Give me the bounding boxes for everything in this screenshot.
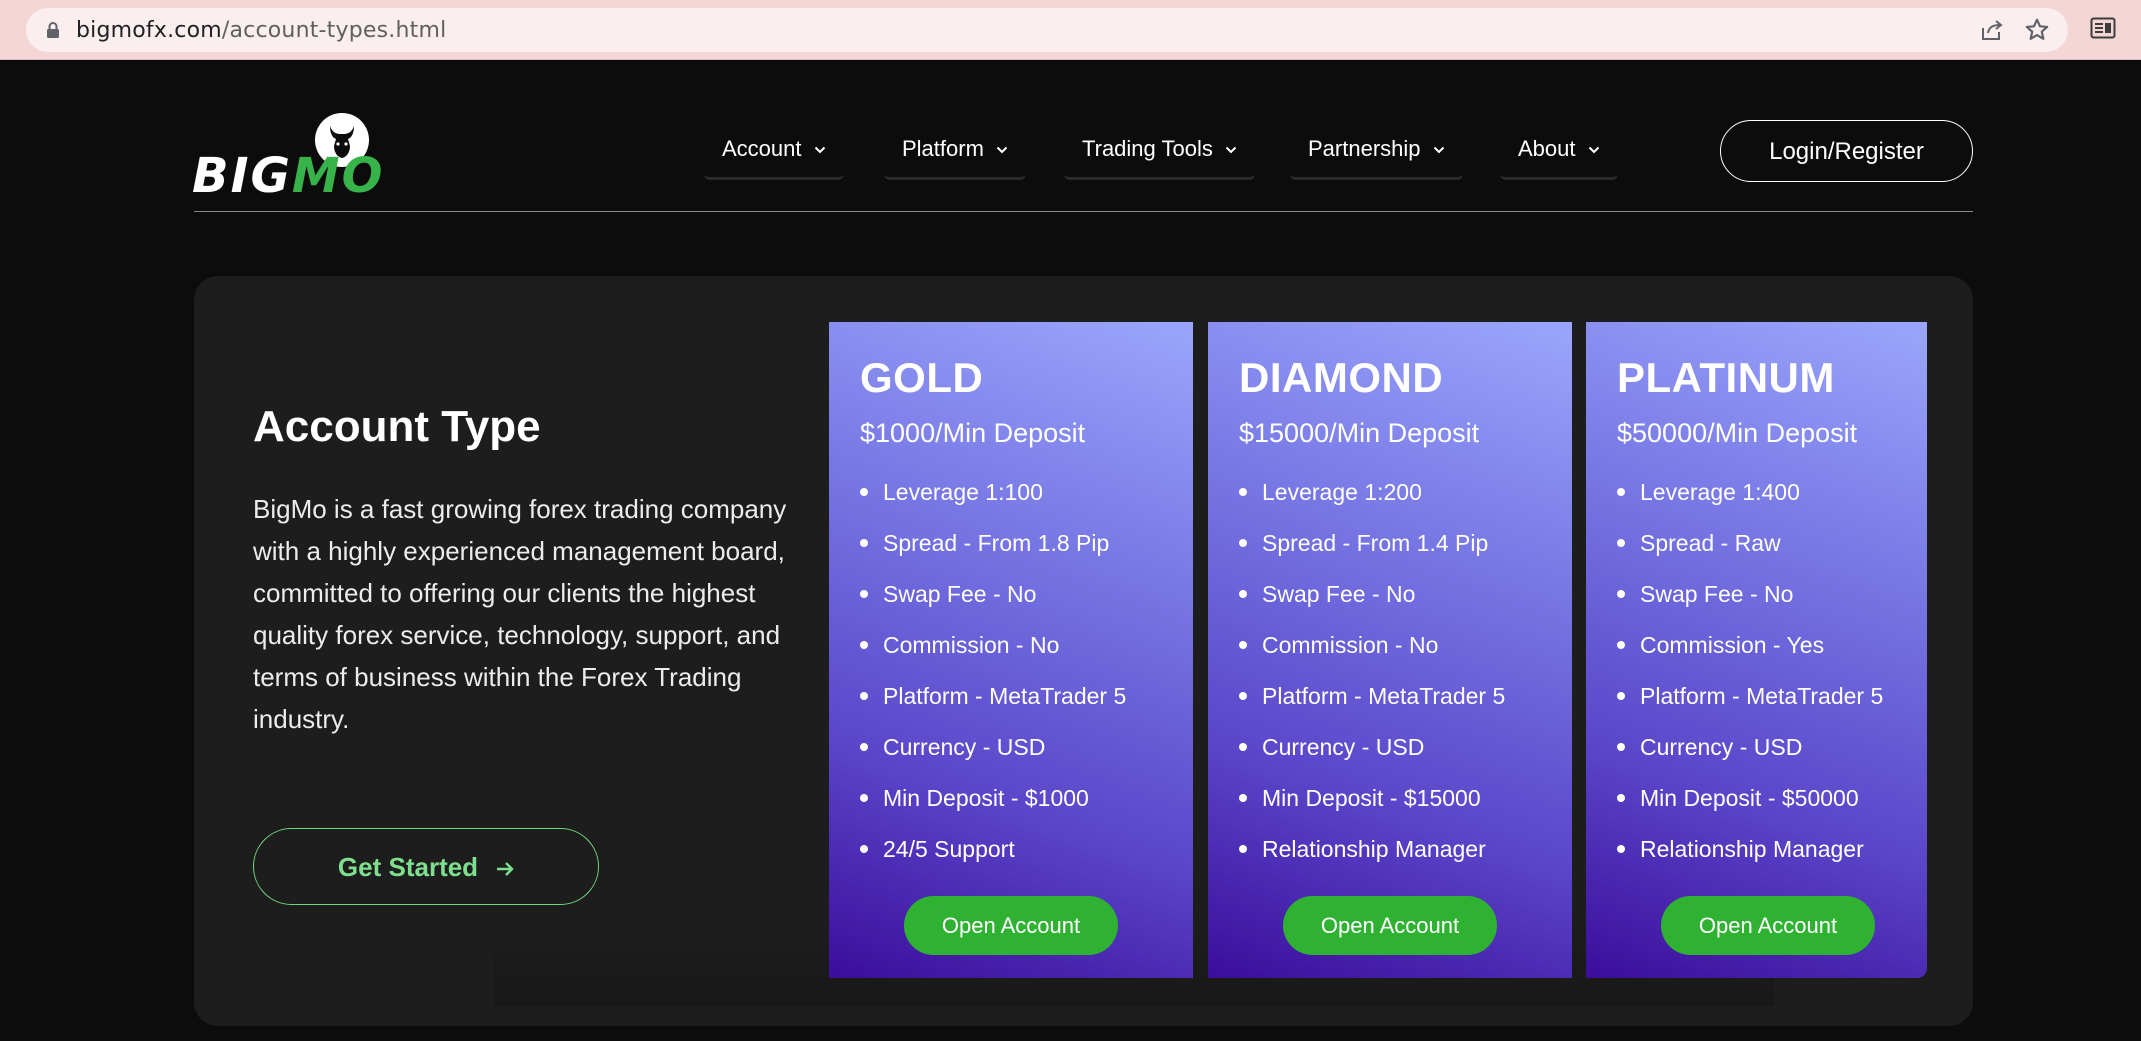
nav-account[interactable]: Account (704, 130, 844, 180)
url-domain: bigmofx.com (76, 18, 222, 43)
account-card-diamond: DIAMOND $15000/Min Deposit Leverage 1:20… (1208, 322, 1572, 978)
feature-item: Swap Fee - No (860, 580, 1126, 631)
chevron-down-icon (1433, 146, 1444, 154)
section-title: Account Type (253, 402, 541, 451)
url-text[interactable]: bigmofx.com/account-types.html (76, 18, 446, 43)
arrow-right-icon (497, 861, 514, 876)
account-types-panel: Account Type BigMo is a fast growing for… (194, 276, 1973, 1026)
chevron-down-icon (996, 146, 1008, 154)
feature-item: Min Deposit - $1000 (860, 784, 1126, 835)
feature-item: Min Deposit - $15000 (1239, 784, 1505, 835)
url-field[interactable]: bigmofx.com/account-types.html (26, 8, 2068, 52)
section-description: BigMo is a fast growing forex trading co… (253, 494, 787, 734)
browser-address-bar: bigmofx.com/account-types.html (0, 0, 2141, 60)
nav-about[interactable]: About (1500, 130, 1618, 180)
open-account-button-diamond[interactable]: Open Account (1283, 896, 1497, 955)
card-min-deposit: $15000/Min Deposit (1239, 418, 1480, 448)
chevron-down-icon (1588, 146, 1599, 154)
card-min-deposit: $1000/Min Deposit (860, 418, 1086, 448)
feature-item: Leverage 1:200 (1239, 478, 1505, 529)
open-account-button-platinum[interactable]: Open Account (1661, 896, 1875, 955)
share-icon[interactable] (1980, 18, 2004, 42)
feature-item: Platform - MetaTrader 5 (860, 682, 1126, 733)
feature-item: Commission - No (1239, 631, 1505, 682)
feature-item: Swap Fee - No (1617, 580, 1883, 631)
header-divider (194, 211, 1973, 212)
get-started-button[interactable]: Get Started (253, 828, 599, 905)
feature-item: 24/5 Support (860, 835, 1126, 886)
feature-list: Leverage 1:200 Spread - From 1.4 Pip Swa… (1239, 478, 1505, 886)
feature-list: Leverage 1:100 Spread - From 1.8 Pip Swa… (860, 478, 1126, 886)
account-card-platinum: PLATINUM $50000/Min Deposit Leverage 1:4… (1586, 322, 1927, 978)
account-card-gold: GOLD $1000/Min Deposit Leverage 1:100 Sp… (829, 322, 1193, 978)
lock-icon[interactable] (45, 21, 61, 39)
url-path: /account-types.html (221, 18, 447, 43)
feature-item: Currency - USD (860, 733, 1126, 784)
star-icon[interactable] (2024, 17, 2050, 43)
feature-item: Leverage 1:100 (860, 478, 1126, 529)
feature-item: Swap Fee - No (1239, 580, 1505, 631)
nav-trading-tools[interactable]: Trading Tools (1064, 130, 1255, 180)
chevron-down-icon (1225, 146, 1237, 154)
feature-item: Relationship Manager (1617, 835, 1883, 886)
feature-item: Leverage 1:400 (1617, 478, 1883, 529)
feature-item: Currency - USD (1617, 733, 1883, 784)
feature-item: Commission - Yes (1617, 631, 1883, 682)
logo-wordmark: BIGMO (192, 148, 385, 204)
feature-item: Spread - From 1.8 Pip (860, 529, 1126, 580)
card-min-deposit: $50000/Min Deposit (1617, 418, 1858, 448)
open-account-button-gold[interactable]: Open Account (904, 896, 1118, 955)
feature-item: Platform - MetaTrader 5 (1617, 682, 1883, 733)
bigmo-logo[interactable]: BIGMO (192, 112, 382, 204)
feature-item: Spread - From 1.4 Pip (1239, 529, 1505, 580)
feature-item: Platform - MetaTrader 5 (1239, 682, 1505, 733)
feature-item: Min Deposit - $50000 (1617, 784, 1883, 835)
feature-item: Commission - No (860, 631, 1126, 682)
nav-partnership[interactable]: Partnership (1290, 130, 1463, 180)
nav-platform[interactable]: Platform (884, 130, 1026, 180)
login-register-button[interactable]: Login/Register (1720, 120, 1973, 182)
card-title: GOLD (860, 354, 984, 401)
feature-item: Currency - USD (1239, 733, 1505, 784)
card-title: DIAMOND (1239, 354, 1444, 401)
get-started-label: Get Started (337, 851, 479, 882)
reader-mode-icon[interactable] (2090, 17, 2116, 39)
chevron-down-icon (814, 146, 825, 154)
feature-item: Spread - Raw (1617, 529, 1883, 580)
feature-item: Relationship Manager (1239, 835, 1505, 886)
feature-list: Leverage 1:400 Spread - Raw Swap Fee - N… (1617, 478, 1883, 886)
card-title: PLATINUM (1617, 354, 1835, 401)
